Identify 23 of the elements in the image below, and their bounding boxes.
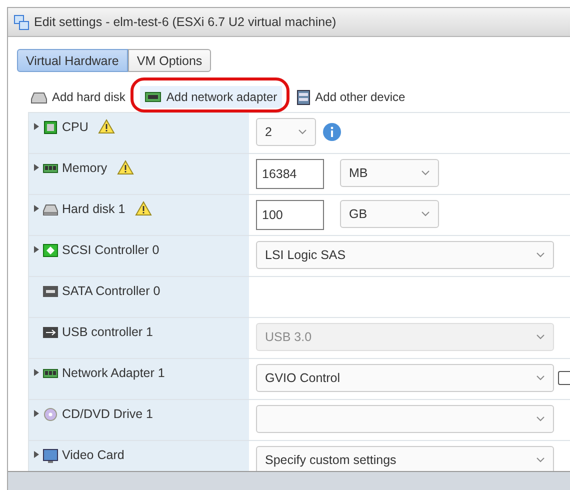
device-label: SCSI Controller 0 — [62, 242, 160, 258]
dropdown[interactable]: MB — [340, 159, 439, 187]
tab[interactable]: VM Options — [128, 49, 212, 72]
toolbar-button[interactable]: Add hard disk — [26, 86, 130, 108]
number-field[interactable]: 16384 — [256, 159, 324, 189]
device-label: CD/DVD Drive 1 — [62, 406, 153, 422]
device-label: Hard disk 1 — [62, 201, 126, 217]
device-label: Network Adapter 1 — [62, 365, 165, 381]
dropdown[interactable]: Specify custom settings — [256, 446, 554, 471]
toolbar-button[interactable]: Add other device — [292, 86, 410, 108]
device-label: Memory — [62, 160, 108, 176]
number-field[interactable]: 100 — [256, 200, 324, 230]
device-label: Video Card — [62, 447, 124, 463]
dropdown[interactable]: LSI Logic SAS — [256, 241, 554, 269]
window-title: Edit settings - elm-test-6 (ESXi 6.7 U2 virtual machine) — [34, 15, 336, 29]
tab[interactable]: Virtual Hardware — [17, 49, 128, 72]
dropdown[interactable]: GVIO Control — [256, 364, 554, 392]
device-label: SATA Controller 0 — [62, 283, 160, 299]
toolbar-button[interactable]: Add network adapter — [140, 86, 282, 108]
device-label: USB controller 1 — [62, 324, 154, 340]
device-label: CPU — [62, 119, 88, 135]
dropdown[interactable]: 2 — [256, 118, 316, 146]
dropdown[interactable]: GB — [340, 200, 439, 228]
